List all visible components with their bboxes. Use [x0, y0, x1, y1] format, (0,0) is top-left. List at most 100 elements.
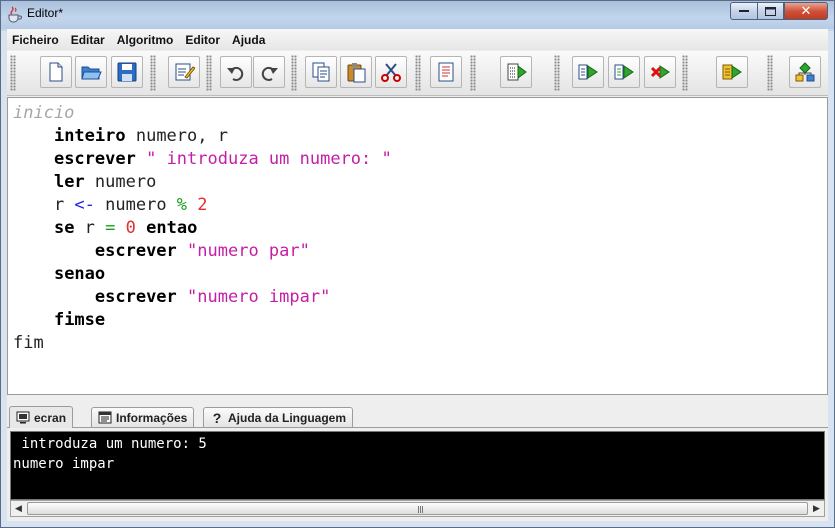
menu-ajuda[interactable]: Ajuda [226, 33, 271, 47]
minimize-icon [739, 10, 749, 12]
toolbar-grip[interactable] [554, 55, 560, 91]
tab-label: Ajuda da Linguagem [228, 410, 347, 425]
code-token: "numero par" [187, 241, 310, 261]
open-button[interactable] [75, 56, 107, 88]
code-editor[interactable]: inicio inteiro numero, r escrever " intr… [7, 97, 828, 395]
paste-button[interactable] [340, 56, 372, 88]
toolbar-grip[interactable] [682, 55, 688, 91]
console-output[interactable]: introduza um numero: 5 numero impar [10, 431, 825, 500]
screen-icon [16, 411, 30, 424]
maximize-button[interactable] [757, 2, 784, 20]
save-button[interactable] [111, 56, 143, 88]
minimize-button[interactable] [730, 2, 757, 20]
code-line[interactable]: escrever " introduza um numero: " [13, 148, 392, 171]
code-token: numero [84, 172, 157, 192]
copy-button[interactable] [305, 56, 337, 88]
code-token: <- [74, 195, 95, 215]
close-icon: ✕ [800, 3, 812, 19]
menu-editor[interactable]: Editor [179, 33, 226, 47]
code-token: "numero impar" [187, 287, 331, 307]
tab-label: ecran [34, 410, 67, 425]
code-token: entao [146, 218, 198, 238]
toolbar-grip[interactable] [10, 55, 16, 91]
code-line[interactable]: se r = 0 entao [13, 217, 392, 240]
code-token: 2 [197, 195, 208, 215]
title-bar[interactable]: Editor* ✕ [1, 1, 834, 29]
toolbar-grip[interactable] [150, 55, 156, 91]
code-token: inteiro [53, 126, 126, 146]
paste-icon [347, 63, 366, 83]
code-line[interactable]: inicio [13, 102, 392, 125]
toolbar-grip[interactable] [291, 55, 297, 91]
scroll-thumb[interactable] [27, 502, 808, 515]
code-line[interactable]: r <- numero % 2 [13, 194, 392, 217]
code-line[interactable]: escrever "numero impar" [13, 286, 392, 309]
toolbar-grip[interactable] [415, 55, 421, 91]
maximize-icon [765, 6, 776, 16]
new-file-button[interactable] [40, 56, 72, 88]
redo-button[interactable] [253, 56, 285, 88]
code-line[interactable]: fim [13, 332, 392, 355]
help-icon: ? [212, 409, 222, 426]
java-coffee-icon [8, 6, 22, 23]
code-token: escrever [94, 241, 177, 261]
code-token: r [74, 218, 106, 238]
menu-algoritmo[interactable]: Algoritmo [111, 33, 180, 47]
tab-ajuda-da-linguagem[interactable]: ? Ajuda da Linguagem [203, 407, 354, 427]
window-title: Editor* [27, 6, 64, 20]
console-line: numero impar [13, 456, 115, 472]
binary-run-icon [507, 63, 527, 81]
run-icon [614, 64, 634, 80]
close-button[interactable]: ✕ [784, 2, 828, 20]
code-token: = [105, 218, 116, 238]
new-file-icon [49, 62, 63, 82]
console-text: introduza um numero: 5 numero impar [13, 434, 207, 474]
edit-checklist-button[interactable] [168, 56, 200, 88]
toolbar-grip[interactable] [767, 55, 773, 91]
code-line[interactable]: senao [13, 263, 392, 286]
tab-informacoes[interactable]: Informações [91, 407, 195, 427]
run-button[interactable] [608, 56, 640, 88]
code-line[interactable]: fimse [13, 309, 392, 332]
run-program-button[interactable] [716, 56, 748, 88]
document-button[interactable] [430, 56, 462, 88]
open-folder-icon [81, 66, 102, 80]
stop-button[interactable] [644, 56, 676, 88]
toolbar-grip[interactable] [206, 55, 212, 91]
code-line[interactable]: inteiro numero, r [13, 125, 392, 148]
code-token: fim [13, 333, 44, 353]
scroll-right-icon[interactable]: ▶ [809, 501, 824, 516]
cut-button[interactable] [375, 56, 407, 88]
step-run-button[interactable] [572, 56, 604, 88]
scroll-left-icon[interactable]: ◀ [11, 501, 26, 516]
code-token: escrever [53, 149, 136, 169]
code-text[interactable]: inicio inteiro numero, r escrever " intr… [13, 102, 392, 355]
compile-binary-button[interactable] [500, 56, 532, 88]
program-run-icon [722, 64, 742, 80]
flowchart-button[interactable] [789, 56, 821, 88]
menu-ficheiro[interactable]: Ficheiro [7, 33, 65, 47]
undo-button[interactable] [220, 56, 252, 88]
menu-editar[interactable]: Editar [65, 33, 111, 47]
tab-ecran[interactable]: ecran [9, 406, 74, 428]
code-line[interactable]: ler numero [13, 171, 392, 194]
document-icon [438, 62, 454, 82]
stop-icon [650, 65, 670, 79]
copy-icon [312, 62, 330, 82]
cut-icon [381, 63, 401, 82]
horizontal-scrollbar[interactable]: ◀ ▶ [10, 500, 825, 517]
console-line: introduza um numero: 5 [13, 436, 207, 452]
code-line[interactable]: escrever "numero par" [13, 240, 392, 263]
toolbar-grip[interactable] [470, 55, 476, 91]
